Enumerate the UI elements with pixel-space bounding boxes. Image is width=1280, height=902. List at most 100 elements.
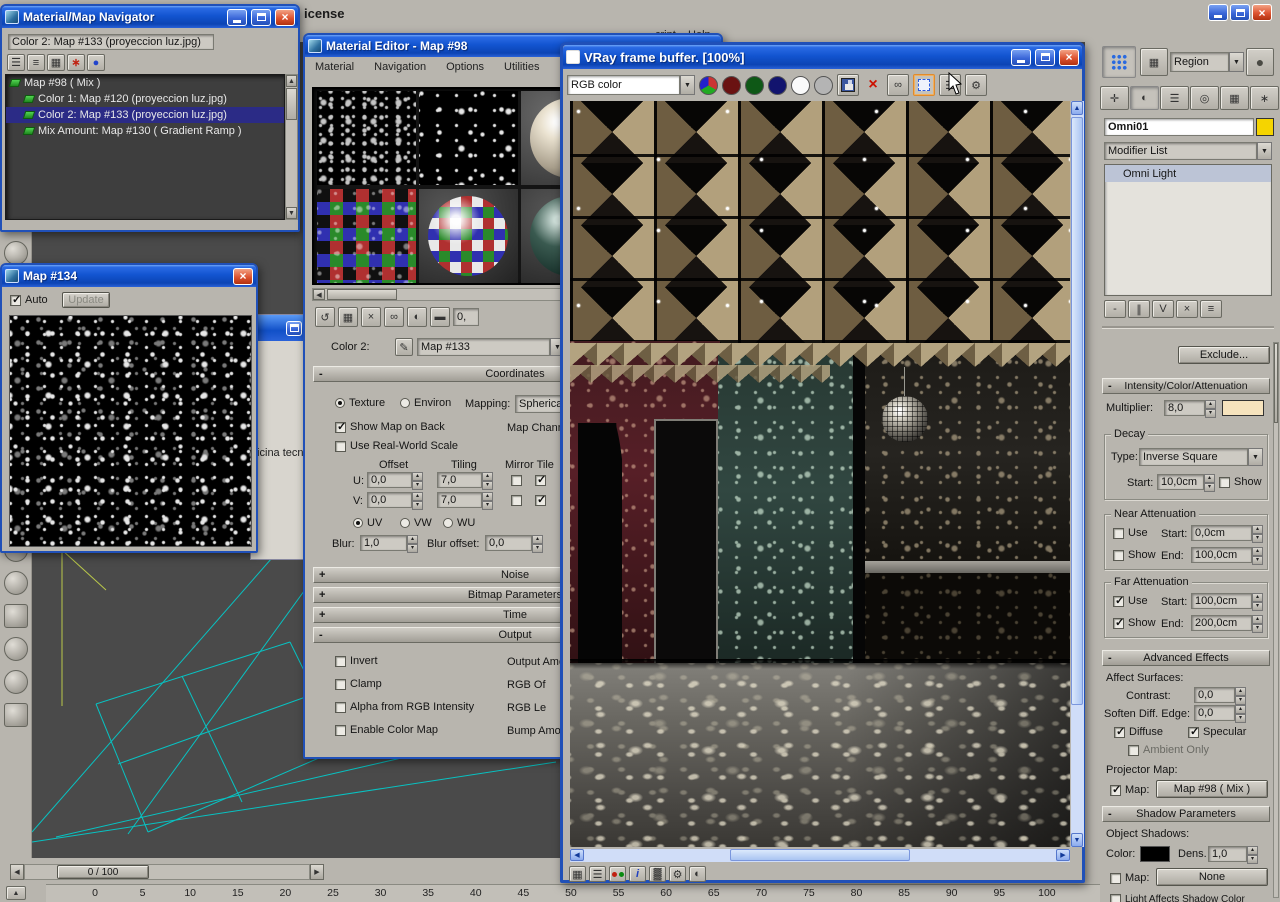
- timeline-ruler[interactable]: 0 5 10 15 20 25 30 35 40 45 50 55 60 65 70 75 80 85 90 95 10…: [46, 884, 1100, 902]
- quick-render-button[interactable]: ●: [1246, 48, 1274, 76]
- maximize-button[interactable]: [251, 8, 271, 26]
- delete-map-icon[interactable]: ×: [361, 307, 381, 327]
- material-slot[interactable]: [419, 189, 518, 283]
- clear-image-button[interactable]: ×: [863, 74, 883, 96]
- density-spinner[interactable]: 1,0 ▴ ▾: [1208, 846, 1258, 864]
- shadow-color-swatch[interactable]: [1140, 846, 1170, 862]
- close-button[interactable]: ×: [1059, 48, 1079, 66]
- go-to-parent-icon[interactable]: ∞: [384, 307, 404, 327]
- close-button[interactable]: ×: [275, 8, 295, 26]
- remove-modifier-icon[interactable]: ×: [1176, 300, 1198, 318]
- navigator-tree[interactable]: Map #98 ( Mix ) Color 1: Map #120 (proyec…: [5, 74, 285, 220]
- make-unique-icon[interactable]: V: [1152, 300, 1174, 318]
- close-button[interactable]: ×: [1252, 4, 1272, 21]
- near-show-checkbox[interactable]: Show: [1113, 549, 1156, 561]
- projector-map-checkbox[interactable]: Map:: [1110, 783, 1149, 796]
- material-id-field[interactable]: 0,: [453, 308, 479, 326]
- left-toolbar-icon[interactable]: [3, 670, 28, 694]
- far-start-spinner[interactable]: 100,0cm ▴ ▾: [1191, 593, 1263, 611]
- options-icon[interactable]: ▬: [430, 307, 450, 327]
- view-icons-small-icon[interactable]: ∗: [67, 54, 85, 71]
- use-real-world-checkbox[interactable]: Use Real-World Scale: [335, 440, 458, 452]
- v-tile-checkbox[interactable]: [535, 493, 546, 506]
- material-slot[interactable]: [317, 91, 416, 185]
- view-list-icon[interactable]: ☰: [7, 54, 25, 71]
- vray-v-scrollbar[interactable]: ▲ ▼: [1071, 101, 1084, 847]
- left-toolbar-icon[interactable]: [3, 241, 28, 265]
- save-image-button[interactable]: [837, 74, 859, 96]
- soften-spinner[interactable]: 0,0 ▴ ▾: [1194, 705, 1246, 723]
- update-button[interactable]: Update: [62, 292, 110, 308]
- tree-item[interactable]: Mix Amount: Map #130 ( Gradient Ramp ): [6, 123, 284, 139]
- show-map-on-back-checkbox[interactable]: Show Map on Back: [335, 420, 445, 433]
- u-tiling-spinner[interactable]: 7,0 ▴ ▾: [437, 472, 493, 490]
- render-setup-button[interactable]: ▦: [1140, 48, 1168, 76]
- scroll-up-arrow[interactable]: ▲: [286, 75, 297, 87]
- configure-modifier-sets-icon[interactable]: ≡: [1200, 300, 1222, 318]
- projector-map-button[interactable]: Map #98 ( Mix ): [1156, 780, 1268, 798]
- scroll-down-arrow[interactable]: ▼: [1071, 833, 1083, 847]
- enable-color-map-checkbox[interactable]: Enable Color Map: [335, 724, 438, 736]
- left-toolbar-icon[interactable]: [3, 703, 28, 727]
- scroll-thumb[interactable]: [327, 289, 397, 300]
- panel-scrollbar[interactable]: [1273, 342, 1279, 898]
- background-window-button[interactable]: [286, 320, 302, 336]
- close-button[interactable]: ×: [233, 267, 253, 285]
- modifier-stack[interactable]: Omni Light: [1104, 164, 1272, 296]
- red-channel-icon[interactable]: [722, 75, 741, 95]
- light-color-swatch[interactable]: [1256, 118, 1274, 136]
- scroll-thumb[interactable]: [1071, 117, 1083, 705]
- tab-modify[interactable]: ◐: [1130, 86, 1159, 110]
- maximize-button[interactable]: [1230, 4, 1250, 21]
- scroll-left-arrow[interactable]: ◀: [570, 849, 584, 861]
- pin-stack-icon[interactable]: -: [1104, 300, 1126, 318]
- alpha-from-rgb-checkbox[interactable]: Alpha from RGB Intensity: [335, 701, 474, 713]
- info-icon[interactable]: i: [629, 866, 646, 882]
- scroll-thumb[interactable]: [1274, 343, 1278, 423]
- shadow-map-checkbox[interactable]: Map:: [1110, 872, 1149, 884]
- menu-options[interactable]: Options: [444, 60, 486, 74]
- buffer-settings-icon[interactable]: ⚙: [965, 74, 987, 96]
- tab-motion[interactable]: ◎: [1190, 86, 1219, 110]
- blur-offset-spinner[interactable]: 0,0 ▴ ▾: [485, 535, 543, 553]
- render-settings-icon[interactable]: ⚙: [669, 866, 686, 882]
- uv-radio[interactable]: UV: [353, 517, 382, 529]
- region-render-button[interactable]: [913, 74, 935, 96]
- minimize-button[interactable]: [1011, 48, 1031, 66]
- u-mirror-checkbox[interactable]: [511, 475, 522, 486]
- show-end-result-icon[interactable]: ∥: [1128, 300, 1150, 318]
- modifier-list-dropdown[interactable]: Modifier List ▼: [1104, 142, 1272, 160]
- minimize-button[interactable]: [227, 8, 247, 26]
- u-tile-checkbox[interactable]: [535, 473, 546, 486]
- blue-channel-icon[interactable]: [768, 75, 787, 95]
- map134-titlebar[interactable]: Map #134 ×: [2, 265, 256, 287]
- time-back-arrow[interactable]: ◀: [10, 864, 24, 880]
- v-mirror-checkbox[interactable]: [511, 495, 522, 506]
- eyedropper-icon[interactable]: ✎: [395, 338, 413, 356]
- rgb-channels-icon[interactable]: [699, 75, 718, 95]
- u-offset-spinner[interactable]: 0,0 ▴ ▾: [367, 472, 423, 490]
- background-window-titlebar[interactable]: [251, 315, 304, 341]
- color-correction-icon[interactable]: [609, 866, 626, 882]
- tree-item[interactable]: Color 1: Map #120 (proyeccion luz.jpg): [6, 91, 284, 107]
- vw-radio[interactable]: VW: [400, 517, 432, 529]
- view-tree-icon[interactable]: ▦: [47, 54, 65, 71]
- specular-checkbox[interactable]: Specular: [1188, 725, 1246, 738]
- far-end-spinner[interactable]: 200,0cm ▴ ▾: [1191, 615, 1263, 633]
- show-map-icon[interactable]: ◐: [407, 307, 427, 327]
- decay-start-spinner[interactable]: 10,0cm ▴ ▾: [1157, 474, 1215, 492]
- maximize-button[interactable]: [1035, 48, 1055, 66]
- blur-spinner[interactable]: 1,0 ▴ ▾: [360, 535, 418, 553]
- object-name-field[interactable]: Omni01: [1104, 118, 1254, 136]
- material-slot[interactable]: [419, 91, 518, 185]
- tab-utilities[interactable]: ∗: [1250, 86, 1279, 110]
- light-affects-shadow-checkbox[interactable]: Light Affects Shadow Color: [1110, 894, 1245, 902]
- sample-type-icon[interactable]: ↺: [315, 307, 335, 327]
- tree-item[interactable]: Color 2: Map #133 (proyeccion luz.jpg): [6, 107, 284, 123]
- pixel-aspect-icon[interactable]: ▓: [649, 866, 666, 882]
- color2-map-dropdown[interactable]: Map #133 ▼: [417, 338, 565, 356]
- rollout-advanced-effects[interactable]: - Advanced Effects: [1102, 650, 1270, 666]
- scroll-left-arrow[interactable]: ◀: [313, 289, 325, 300]
- layers-icon[interactable]: ☰: [589, 866, 606, 882]
- scroll-up-arrow[interactable]: ▲: [1071, 101, 1083, 115]
